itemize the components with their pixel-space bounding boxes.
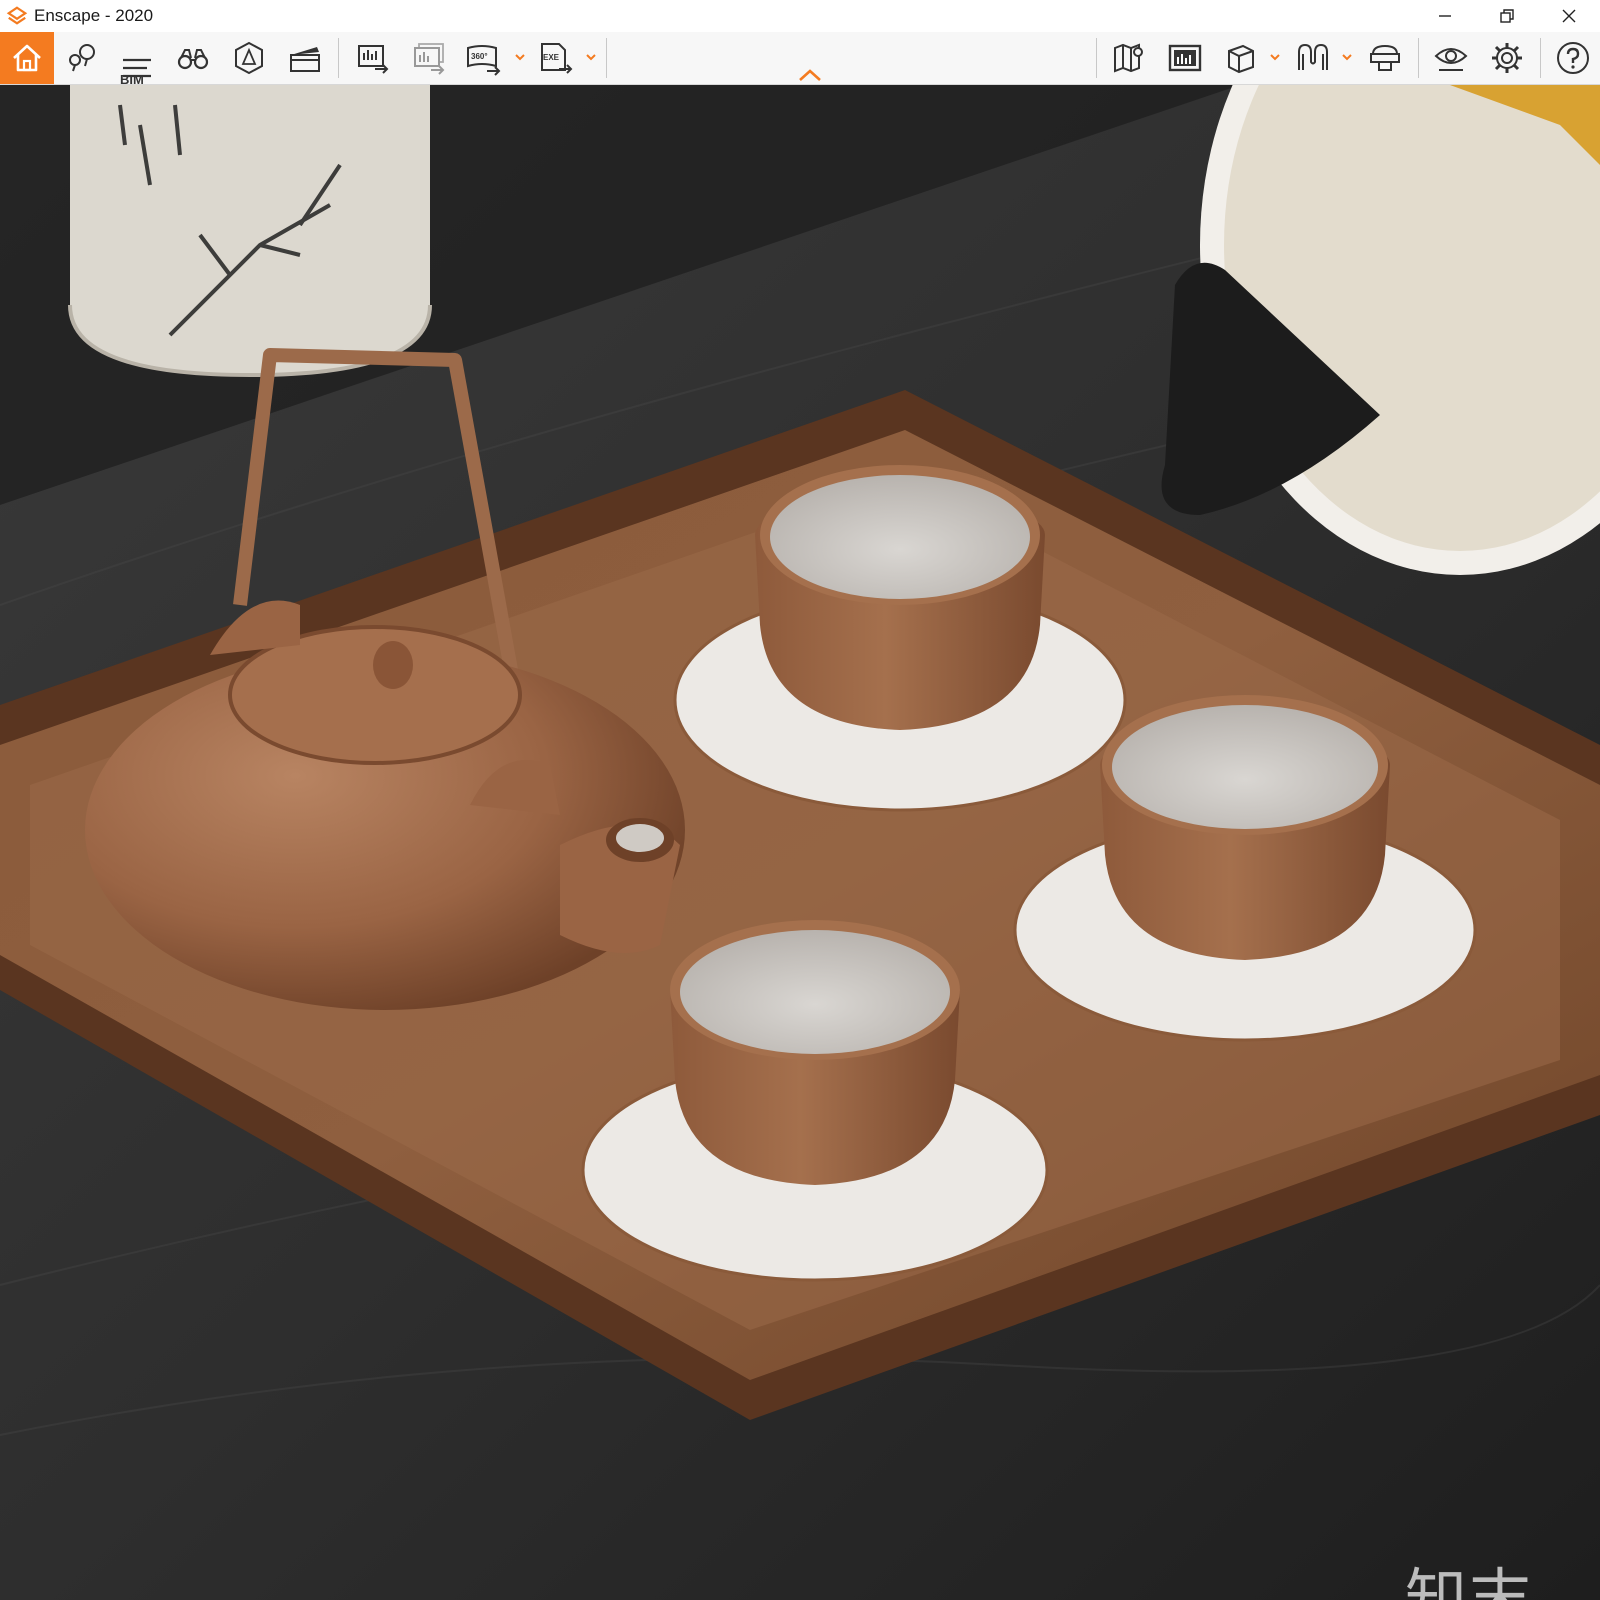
exe-export-button[interactable]: EXE [532, 36, 578, 80]
glasses-icon [1298, 43, 1328, 70]
exe-label: EXE [543, 53, 560, 62]
material-button[interactable] [1218, 36, 1264, 80]
screenshot-button[interactable] [350, 36, 396, 80]
gear-icon [1492, 43, 1522, 73]
minimize-icon [1439, 15, 1451, 17]
tea-set-render [0, 85, 1600, 1600]
vr-headset-dropdown[interactable] [1340, 50, 1354, 64]
sync-button[interactable] [1362, 36, 1408, 80]
panorama-button[interactable]: 360° [460, 36, 506, 80]
batch-render-button[interactable] [406, 36, 452, 80]
home-button[interactable] [0, 32, 54, 84]
batch-render-icon [414, 43, 445, 75]
close-icon [1562, 9, 1576, 23]
capture-icon [1168, 44, 1202, 72]
views-button[interactable] [60, 36, 106, 80]
window-controls [1414, 0, 1600, 32]
toolbar-separator [338, 38, 339, 78]
restore-button[interactable] [1476, 0, 1538, 32]
asset-library-button[interactable] [226, 36, 272, 80]
title-bar: Enscape - 2020 [0, 0, 1600, 32]
visibility-button[interactable] [1428, 36, 1474, 80]
chevron-down-icon [1342, 54, 1352, 61]
panorama-label: 360° [471, 52, 488, 61]
render-viewport[interactable]: 知末 ID: 1144537723 [0, 85, 1600, 1600]
bim-button[interactable] [114, 44, 160, 88]
watermark-logo: 知末 [1405, 1561, 1534, 1600]
toolbar-separator [1418, 38, 1419, 78]
material-dropdown[interactable] [1268, 50, 1282, 64]
home-icon [13, 44, 41, 72]
clapperboard-icon [290, 47, 320, 72]
screenshot-export-icon [358, 45, 389, 74]
sync-icon [1370, 44, 1400, 71]
chevron-down-icon [515, 54, 525, 61]
toolbar-separator [1096, 38, 1097, 78]
chevron-down-icon [1270, 54, 1280, 61]
toolbar-separator [1540, 38, 1541, 78]
minimize-button[interactable] [1414, 0, 1476, 32]
collapse-toolbar-icon[interactable] [797, 68, 823, 82]
panorama-360-icon: 360° [467, 45, 501, 76]
location-pins-icon [69, 44, 95, 72]
window-title: Enscape - 2020 [34, 6, 154, 25]
help-button[interactable] [1550, 36, 1596, 80]
vr-headset-button[interactable] [1290, 36, 1336, 80]
enscape-logo-icon [6, 6, 28, 25]
chevron-down-icon [586, 54, 596, 61]
map-icon [1114, 43, 1143, 73]
settings-button[interactable] [1484, 36, 1530, 80]
eye-icon [1434, 48, 1468, 71]
binoculars-button[interactable] [170, 36, 216, 80]
bim-lines-icon [123, 58, 151, 78]
capture-button[interactable] [1162, 36, 1208, 80]
close-button[interactable] [1538, 0, 1600, 32]
binoculars-icon [177, 49, 209, 70]
exe-export-icon: EXE [541, 43, 573, 74]
exe-dropdown[interactable] [584, 50, 598, 64]
enscape-toolbar: BIM 360° EXE [0, 32, 1600, 88]
toolbar-separator [606, 38, 607, 78]
restore-icon [1500, 9, 1514, 23]
help-icon [1557, 42, 1589, 74]
cube-icon [1228, 44, 1254, 74]
panorama-dropdown[interactable] [513, 50, 527, 64]
map-button[interactable] [1106, 36, 1152, 80]
video-editor-button[interactable] [282, 36, 328, 80]
asset-library-icon [235, 41, 263, 75]
